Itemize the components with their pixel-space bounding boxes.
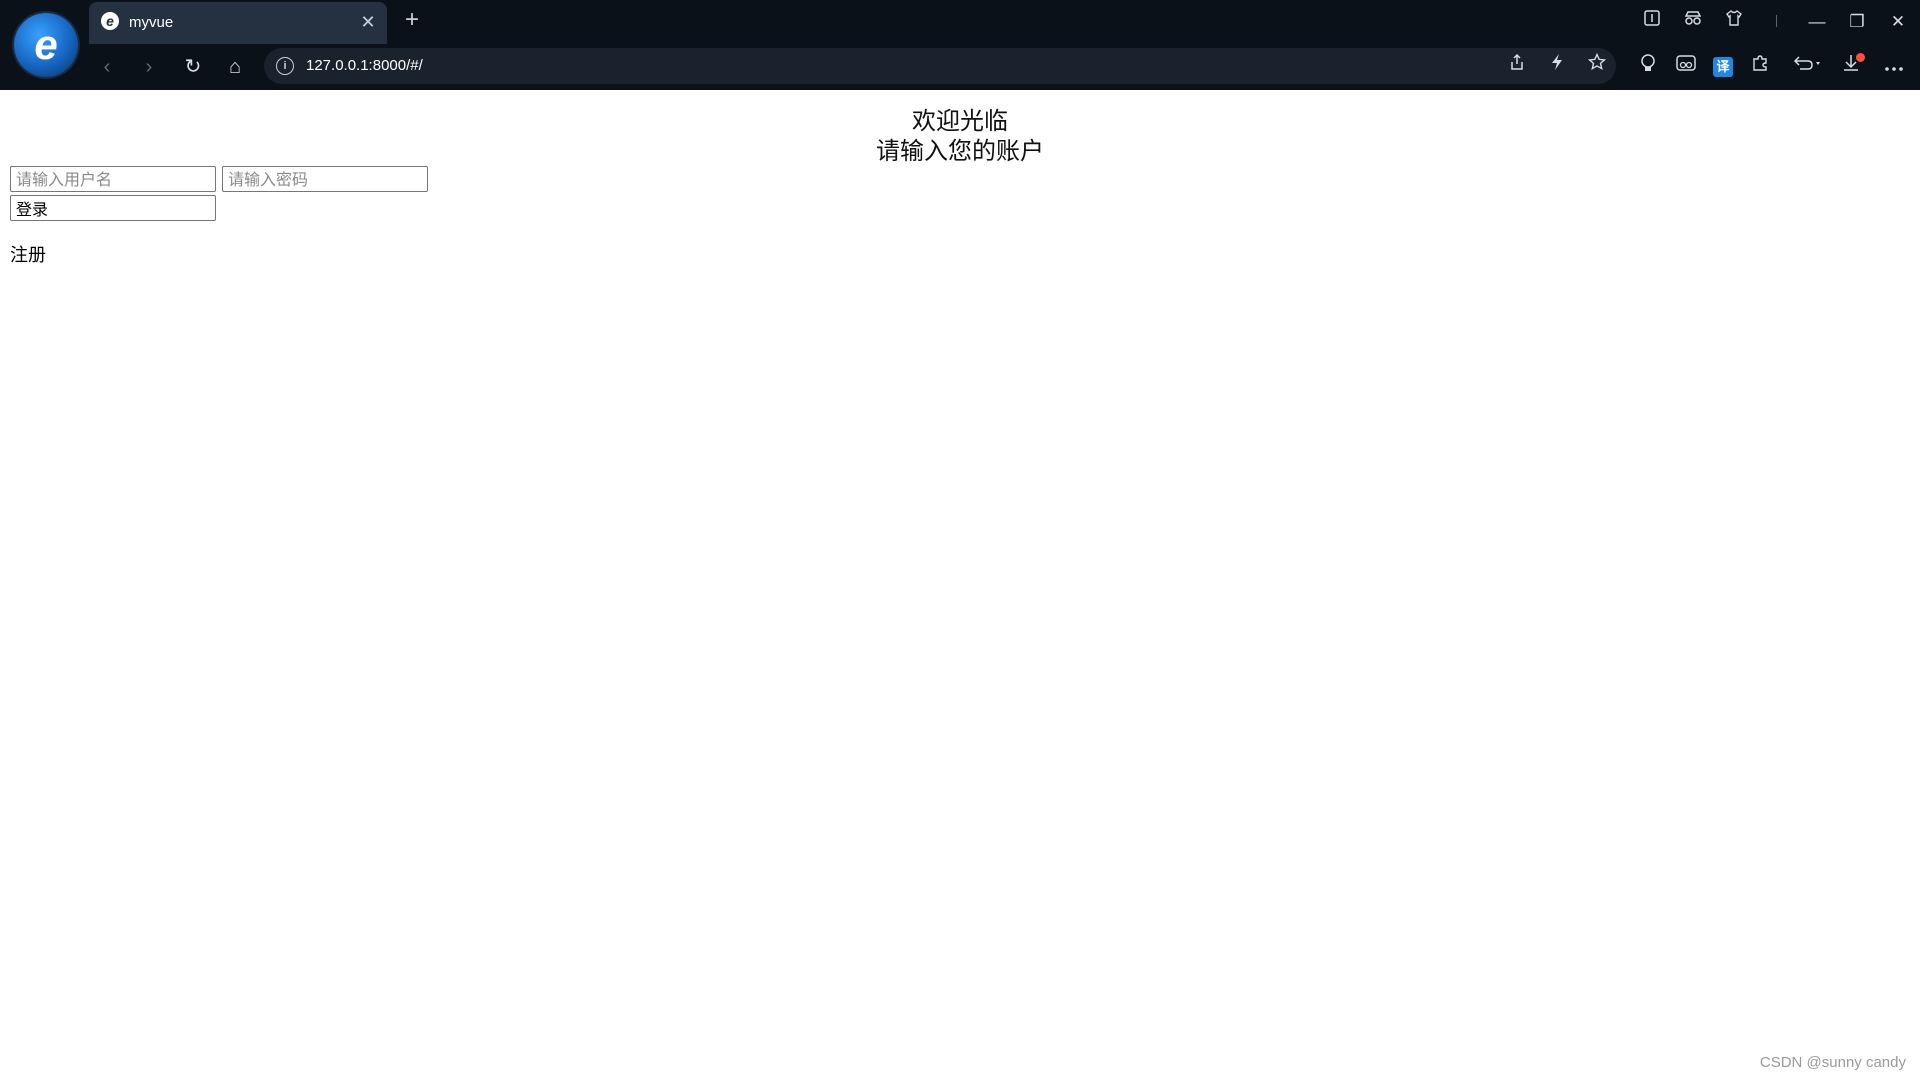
- site-info-icon[interactable]: i: [276, 57, 294, 75]
- account-prompt: 请输入您的账户: [876, 137, 1044, 165]
- share-icon[interactable]: [1504, 53, 1530, 79]
- tab-favicon-icon: e: [101, 12, 119, 30]
- puzzle-icon[interactable]: [1746, 53, 1774, 81]
- watermark: CSDN @sunny candy: [1759, 1054, 1906, 1071]
- translate-badge: 译: [1713, 57, 1733, 77]
- browser-toolbar: ‹ › ↻ ⌂ i 127.0.0.1:8000/#/ 译: [0, 44, 1920, 90]
- bulb-icon[interactable]: [1634, 53, 1662, 81]
- register-link[interactable]: 注册: [10, 241, 46, 267]
- translate-icon[interactable]: 译: [1709, 53, 1737, 81]
- address-bar[interactable]: i 127.0.0.1:8000/#/: [264, 48, 1616, 84]
- window-separator: [1776, 15, 1777, 27]
- browser-chrome: e myvue ✕ + — ❐ ✕ e ‹ › ↻ ⌂ i 127.0.0.1:…: [0, 0, 1920, 90]
- restore-icon[interactable]: ❐: [1843, 8, 1871, 36]
- page-viewport: 欢迎光临 请输入您的账户 登录 注册 CSDN @sunny candy: [0, 90, 1920, 1079]
- undo-icon[interactable]: [1788, 53, 1826, 81]
- star-icon[interactable]: [1584, 52, 1610, 79]
- tab-close-icon[interactable]: ✕: [357, 11, 379, 33]
- tab-title: myvue: [129, 14, 174, 31]
- reader-icon[interactable]: [1672, 53, 1700, 81]
- back-icon[interactable]: ‹: [93, 53, 121, 81]
- username-input[interactable]: [10, 166, 216, 192]
- download-badge: [1856, 53, 1865, 62]
- bolt-icon[interactable]: [1544, 53, 1570, 79]
- shirt-icon[interactable]: [1720, 8, 1748, 36]
- url-text[interactable]: 127.0.0.1:8000/#/: [306, 57, 423, 74]
- reload-icon[interactable]: ↻: [179, 53, 207, 81]
- incognito-icon[interactable]: [1679, 8, 1707, 36]
- minimize-icon[interactable]: —: [1803, 8, 1831, 36]
- window-close-icon[interactable]: ✕: [1884, 8, 1912, 36]
- more-icon[interactable]: [1880, 53, 1908, 81]
- tab-myvue[interactable]: e myvue ✕: [89, 2, 387, 44]
- new-tab-icon[interactable]: +: [400, 8, 424, 32]
- tab-strip: e myvue ✕ + — ❐ ✕: [0, 0, 1920, 44]
- password-input[interactable]: [222, 166, 428, 192]
- download-icon[interactable]: [1837, 53, 1865, 81]
- login-button[interactable]: 登录: [10, 195, 216, 221]
- tab-actions-icon[interactable]: [1638, 8, 1666, 36]
- home-icon[interactable]: ⌂: [221, 53, 249, 81]
- browser-window: e myvue ✕ + — ❐ ✕ e ‹ › ↻ ⌂ i 127.0.0.1:…: [0, 0, 1920, 1079]
- forward-icon[interactable]: ›: [135, 53, 163, 81]
